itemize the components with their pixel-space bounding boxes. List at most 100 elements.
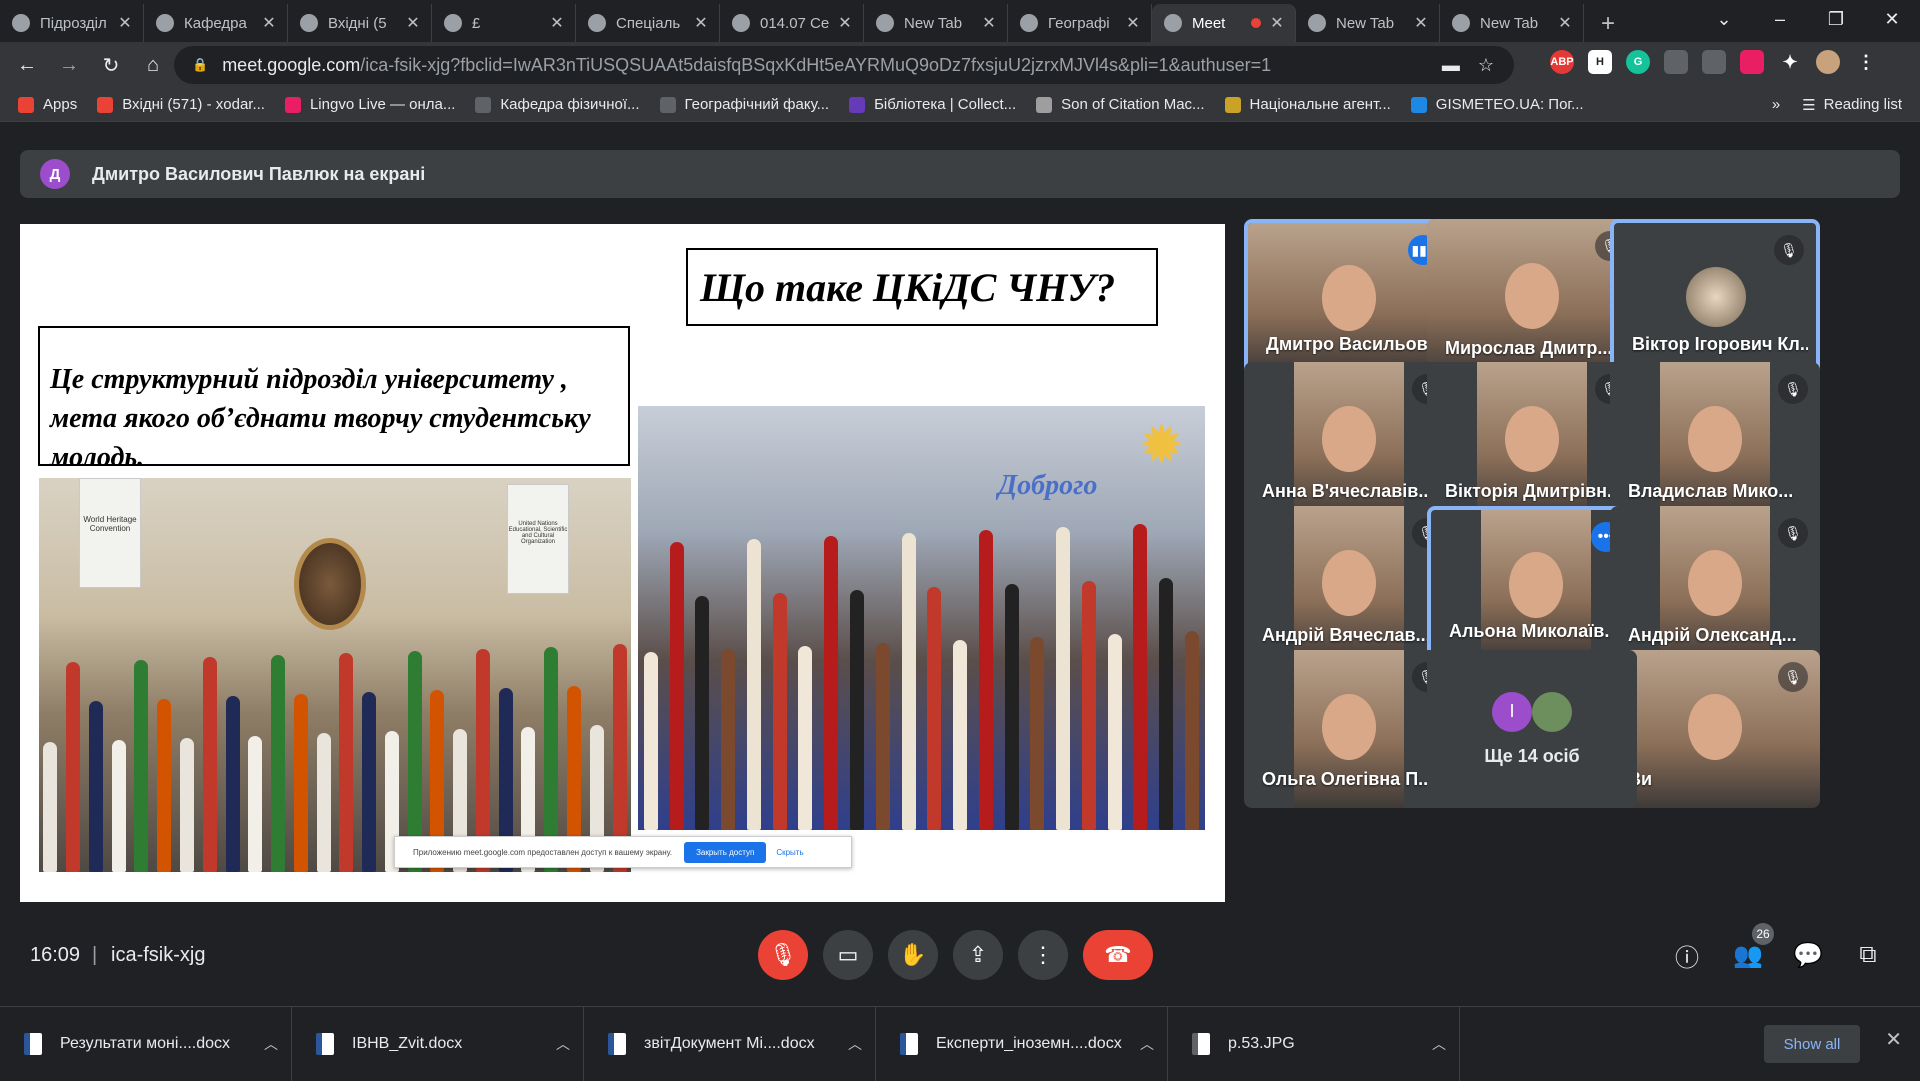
bookmark-item[interactable]: Національне агент...	[1224, 96, 1391, 113]
chevron-up-icon[interactable]: ︿	[543, 1034, 583, 1054]
present-screen-button[interactable]: ⇪	[953, 930, 1003, 980]
close-tab-icon[interactable]: ✕	[1269, 13, 1285, 33]
browser-tab[interactable]: Підрозділ ✕	[0, 4, 144, 42]
bookmark-star-icon[interactable]: ☆	[1478, 55, 1494, 76]
close-tab-icon[interactable]: ✕	[261, 13, 277, 33]
photo-person-figure	[875, 643, 890, 830]
close-tab-icon[interactable]: ✕	[837, 13, 853, 33]
browser-tab[interactable]: £ ✕	[432, 4, 576, 42]
close-tab-icon[interactable]: ✕	[405, 13, 421, 33]
lock-icon: 🔒	[192, 57, 209, 72]
photo-person-figure	[1056, 527, 1071, 830]
home-button[interactable]: ⌂	[132, 47, 174, 83]
browser-tab[interactable]: New Tab ✕	[864, 4, 1008, 42]
close-window-button[interactable]: ✕	[1864, 9, 1920, 30]
chevron-up-icon[interactable]: ︿	[835, 1034, 875, 1054]
mic-toggle-button[interactable]: 🎙	[758, 930, 808, 980]
camera-permission-icon[interactable]: ▬	[1442, 55, 1460, 76]
gift-extension-icon[interactable]	[1740, 50, 1764, 74]
reading-list-button[interactable]: ☰ Reading list	[1802, 96, 1902, 114]
minimize-button[interactable]: –	[1752, 9, 1808, 30]
browser-tab[interactable]: Meet ✕	[1152, 4, 1296, 42]
bookmark-item[interactable]: Lingvo Live — онла...	[284, 96, 455, 113]
puzzle-extensions-icon[interactable]: ✦	[1778, 50, 1802, 74]
participant-tile[interactable]: 🎙Вікторія Дмитрівн...	[1427, 362, 1637, 520]
chevron-up-icon[interactable]: ︿	[251, 1034, 291, 1054]
browser-tab[interactable]: New Tab ✕	[1440, 4, 1584, 42]
participant-tile[interactable]: 🎙Мирослав Дмитр...	[1427, 219, 1637, 377]
people-button[interactable]: 👥 26	[1726, 923, 1774, 977]
more-options-button[interactable]: ⋮	[1018, 930, 1068, 980]
grammarly-extension-icon[interactable]: G	[1626, 50, 1650, 74]
bookmark-item[interactable]: Кафедра фізичної...	[475, 96, 640, 113]
participant-tile[interactable]: 🎙Андрій Вячеслав...	[1244, 506, 1454, 664]
chevron-up-icon[interactable]: ︿	[1419, 1034, 1459, 1054]
browser-tab[interactable]: Географі ✕	[1008, 4, 1152, 42]
extension-icon[interactable]	[1664, 50, 1688, 74]
close-tab-icon[interactable]: ✕	[549, 13, 565, 33]
bookmark-item[interactable]: Apps	[18, 96, 77, 113]
bookmark-item[interactable]: Вхідні (571) - xodar...	[97, 96, 265, 113]
slide-photo-group-studio: Доброго ✹	[638, 406, 1205, 830]
participant-tile[interactable]: 🎙 Ви	[1610, 650, 1820, 808]
close-tab-icon[interactable]: ✕	[693, 13, 709, 33]
gmail-icon	[97, 96, 114, 113]
download-item[interactable]: Експерти_іноземн....docx ︿	[876, 1006, 1168, 1081]
download-item[interactable]: p.53.JPG ︿	[1168, 1006, 1460, 1081]
participant-tile[interactable]: 🎙 Віктор Ігорович Кл...	[1610, 219, 1820, 377]
leave-call-button[interactable]: ☎	[1083, 930, 1153, 980]
download-item[interactable]: Результати моні....docx ︿	[0, 1006, 292, 1081]
close-tab-icon[interactable]: ✕	[1125, 13, 1141, 33]
browser-tab[interactable]: New Tab ✕	[1296, 4, 1440, 42]
meeting-details-button[interactable]: ⓘ	[1665, 933, 1709, 977]
close-tab-icon[interactable]: ✕	[1413, 13, 1429, 33]
reload-button[interactable]: ↻	[90, 47, 132, 83]
more-participants-tile[interactable]: I Ще 14 осіб	[1427, 650, 1637, 808]
mic-muted-icon: 🎙	[1778, 518, 1808, 548]
camera-toggle-button[interactable]: ▭	[823, 930, 873, 980]
close-tab-icon[interactable]: ✕	[981, 13, 997, 33]
activities-button[interactable]: ⧉	[1846, 933, 1890, 977]
h-extension-icon[interactable]: H	[1588, 50, 1612, 74]
browser-tab[interactable]: 014.07 Се ✕	[720, 4, 864, 42]
new-tab-button[interactable]: +	[1590, 6, 1626, 42]
raise-hand-button[interactable]: ✋	[888, 930, 938, 980]
close-downloads-bar-icon[interactable]: ✕	[1885, 1027, 1902, 1052]
tab-search-icon[interactable]: ⌄	[1696, 9, 1752, 30]
bookmark-item[interactable]: Географічний факу...	[659, 96, 829, 113]
stop-sharing-button[interactable]: Закрыть доступ	[684, 841, 767, 863]
presenter-banner: Д Дмитро Василович Павлюк на екрані	[20, 150, 1900, 198]
participant-name: Андрій Олександ...	[1628, 625, 1797, 645]
slide-photo-banner-right: United Nations Educational, Scientific a…	[507, 484, 569, 594]
participant-tile[interactable]: 🎙 Андрій Олександ...	[1610, 506, 1820, 664]
adblock-extension-icon[interactable]: ABP	[1550, 50, 1574, 74]
browser-tab[interactable]: Спеціаль ✕	[576, 4, 720, 42]
address-bar[interactable]: 🔒 meet.google.com/ica-fsik-xjg?fbclid=Iw…	[174, 46, 1514, 84]
browser-tab[interactable]: Кафедра ✕	[144, 4, 288, 42]
chevron-up-icon[interactable]: ︿	[1127, 1034, 1167, 1054]
bookmark-item[interactable]: Бібліотека | Collect...	[849, 96, 1016, 113]
download-item[interactable]: звітДокумент Mi....docx ︿	[584, 1006, 876, 1081]
bookmark-item[interactable]: Son of Citation Mac...	[1036, 96, 1205, 113]
bookmarks-overflow-button[interactable]: »	[1772, 96, 1780, 113]
participant-tile[interactable]: 🎙 Владислав Мико...	[1610, 362, 1820, 520]
participant-tile[interactable]: 🎙Анна В'ячеславів...	[1244, 362, 1454, 520]
close-tab-icon[interactable]: ✕	[1557, 13, 1573, 33]
menu-kebab-icon[interactable]: ⋮	[1854, 50, 1878, 74]
url-host: meet.google.com	[222, 54, 361, 75]
bookmark-item[interactable]: GISMETEO.UA: Пог...	[1410, 96, 1584, 113]
participant-tile[interactable]: 🎙Ольга Олегівна П...	[1244, 650, 1454, 808]
forward-button[interactable]: →	[48, 47, 90, 83]
hide-notice-link[interactable]: Скрыть	[776, 848, 803, 857]
participant-tile[interactable]: ▮▮▮ Дмитро Васильови...	[1244, 219, 1454, 377]
browser-tab[interactable]: Вхідні (5 ✕	[288, 4, 432, 42]
extension-icon[interactable]	[1702, 50, 1726, 74]
show-all-downloads-button[interactable]: Show all	[1764, 1025, 1860, 1063]
chat-button[interactable]: 💬	[1786, 933, 1830, 977]
back-button[interactable]: ←	[6, 47, 48, 83]
maximize-button[interactable]: ❐	[1808, 9, 1864, 30]
download-item[interactable]: IBHB_Zvit.docx ︿	[292, 1006, 584, 1081]
close-tab-icon[interactable]: ✕	[117, 13, 133, 33]
profile-avatar[interactable]	[1816, 50, 1840, 74]
participant-tile[interactable]: ••• Альона Миколаїв...	[1427, 506, 1637, 664]
